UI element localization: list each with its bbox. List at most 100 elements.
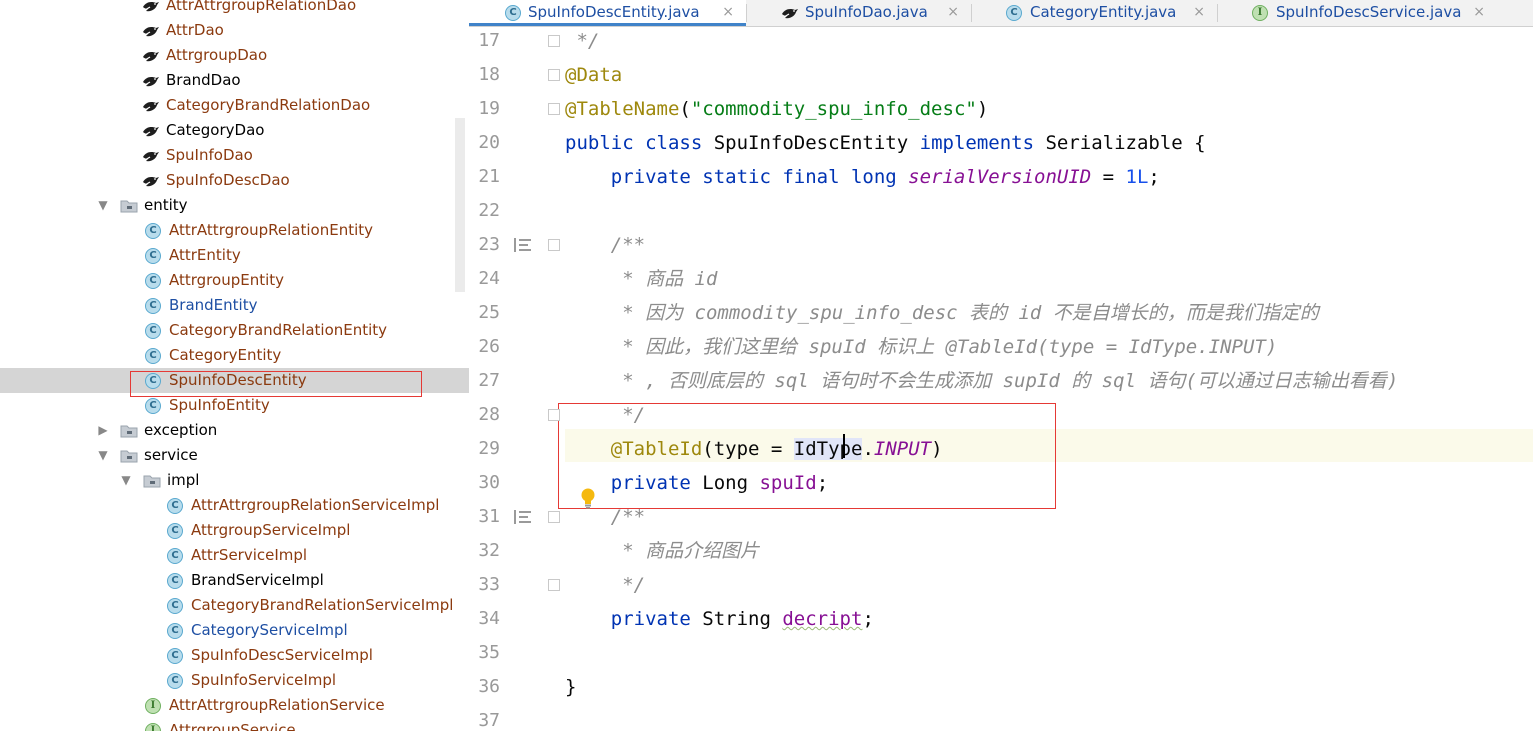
tree-item[interactable]: C SpuInfoDescServiceImpl [0,643,469,668]
tree-item[interactable]: C SpuInfoServiceImpl [0,668,469,693]
code-line[interactable]: } [565,670,576,704]
code-line[interactable]: /** [565,228,645,262]
code-line[interactable]: * 因为 commodity_spu_info_desc 表的 id 不是自增长… [565,296,1319,330]
code-token: * 因此，我们这里给 spuId 标识上 @TableId(type = IdT… [565,336,1278,358]
tree-item[interactable]: C BrandServiceImpl [0,568,469,593]
code-editor[interactable]: */ @Data @TableName("commodity_spu_info_de… [565,27,1533,731]
folder-icon [120,448,138,464]
code-highlight-box [558,403,1056,509]
fold-marker-icon[interactable] [548,511,560,523]
code-line[interactable]: private String decript; [565,602,874,636]
fold-marker-icon[interactable] [548,35,560,47]
line-number: 37 [478,710,500,731]
tree-item[interactable]: SpuInfoDao [0,143,469,168]
tree-item[interactable]: C CategoryBrandRelationEntity [0,318,469,343]
collapse-arrow-icon[interactable]: ▼ [97,193,109,218]
line-number: 27 [478,370,500,391]
code-line[interactable]: @TableName("commodity_spu_info_desc") [565,92,988,126]
tree-item[interactable]: C CategoryEntity [0,343,469,368]
dao-bird-icon [142,98,159,114]
line-number: 20 [478,132,500,153]
code-line[interactable]: */ [565,24,599,58]
code-line[interactable]: * 商品 id [565,262,717,296]
tree-item-label: impl [167,471,200,489]
collapse-arrow-icon[interactable]: ▼ [97,443,109,468]
tree-item[interactable]: CategoryBrandRelationDao [0,93,469,118]
lightbulb-icon[interactable] [579,487,597,509]
code-line[interactable]: public class SpuInfoDescEntity implement… [565,126,1206,160]
tree-folder-entity[interactable]: ▼ entity [0,193,469,218]
tab-categoryentity[interactable]: C CategoryEntity.java × [971,0,1217,26]
tree-item[interactable]: C AttrEntity [0,243,469,268]
tree-item-label: AttrgroupEntity [169,271,285,289]
tree-item-label: SpuInfoDao [166,146,253,164]
tree-item[interactable]: AttrAttrgroupRelationDao [0,0,469,18]
tab-spuinfodescentity[interactable]: C SpuInfoDescEntity.java × [469,0,746,26]
collapse-arrow-icon[interactable]: ▼ [120,468,132,493]
fold-marker-icon[interactable] [548,579,560,591]
line-number: 23 [478,234,500,255]
tab-spuinfodescservice[interactable]: I SpuInfoDescService.java × [1217,0,1497,26]
tree-item[interactable]: C CategoryServiceImpl [0,618,469,643]
tree-folder-service[interactable]: ▼ service [0,443,469,468]
tree-folder-exception[interactable]: ▶ exception [0,418,469,443]
code-token: ; [862,608,874,630]
fold-marker-icon[interactable] [548,103,560,115]
line-number: 35 [478,642,500,663]
project-tree[interactable]: AttrAttrgroupRelationDao AttrDao Attrgroup… [0,0,469,731]
class-icon: C [167,523,183,539]
code-line[interactable]: */ [565,568,645,602]
fold-marker-icon[interactable] [548,69,560,81]
render-doc-icon[interactable] [513,509,533,525]
tree-item-label: AttrDao [166,21,224,39]
code-token: */ [565,30,600,52]
close-tab-icon[interactable]: × [947,0,959,24]
tree-item[interactable]: CategoryDao [0,118,469,143]
expand-arrow-icon[interactable]: ▶ [97,418,109,443]
class-icon: C [167,498,183,514]
tree-folder-impl[interactable]: ▼ impl [0,468,469,493]
code-line[interactable]: * 商品介绍图片 [565,534,759,568]
tree-item[interactable]: SpuInfoDescDao [0,168,469,193]
tree-item-label: AttrgroupDao [166,46,268,64]
tab-label: SpuInfoDescService.java [1276,3,1462,21]
tree-item[interactable]: AttrDao [0,18,469,43]
tree-item[interactable]: C AttrAttrgroupRelationServiceImpl [0,493,469,518]
close-tab-icon[interactable]: × [1473,0,1485,24]
dao-bird-icon [142,48,159,64]
line-number: 22 [478,200,500,221]
tree-item[interactable]: C AttrServiceImpl [0,543,469,568]
fold-marker-icon[interactable] [548,239,560,251]
tree-item-label: AttrgroupService [169,721,296,731]
code-line[interactable]: * , 否则底层的 sql 语句时不会生成添加 supId 的 sql 语句(可… [565,364,1398,398]
close-tab-icon[interactable]: × [722,0,734,24]
tree-item[interactable]: C AttrgroupEntity [0,268,469,293]
tree-item-label: AttrEntity [169,246,241,264]
tree-item[interactable]: I AttrgroupService [0,718,469,731]
tab-spuinfodao[interactable]: SpuInfoDao.java × [746,0,971,26]
line-number: 34 [478,608,500,629]
tree-item[interactable]: BrandDao [0,68,469,93]
tree-item[interactable]: AttrgroupDao [0,43,469,68]
tree-item[interactable]: C CategoryBrandRelationServiceImpl [0,593,469,618]
render-doc-icon[interactable] [513,237,533,253]
class-icon: C [145,248,161,264]
tree-item[interactable]: C AttrAttrgroupRelationEntity [0,218,469,243]
tree-item[interactable]: I AttrAttrgroupRelationService [0,693,469,718]
class-icon: C [505,5,521,21]
tree-item[interactable]: C AttrgroupServiceImpl [0,518,469,543]
line-number: 33 [478,574,500,595]
code-line[interactable]: private static final long serialVersionU… [565,160,1160,194]
interface-icon: I [145,698,161,714]
folder-icon [120,198,138,214]
fold-marker-icon[interactable] [548,409,560,421]
tree-item[interactable]: C BrandEntity [0,293,469,318]
tree-item-label: AttrAttrgroupRelationDao [166,0,357,14]
code-line[interactable]: * 因此，我们这里给 spuId 标识上 @TableId(type = IdT… [565,330,1277,364]
tab-separator [1217,4,1218,22]
code-line[interactable]: @Data [565,58,622,92]
tree-item-label: BrandEntity [169,296,258,314]
project-tree-scrollbar[interactable] [455,118,465,292]
close-tab-icon[interactable]: × [1193,0,1205,24]
code-token: /** [565,506,646,528]
